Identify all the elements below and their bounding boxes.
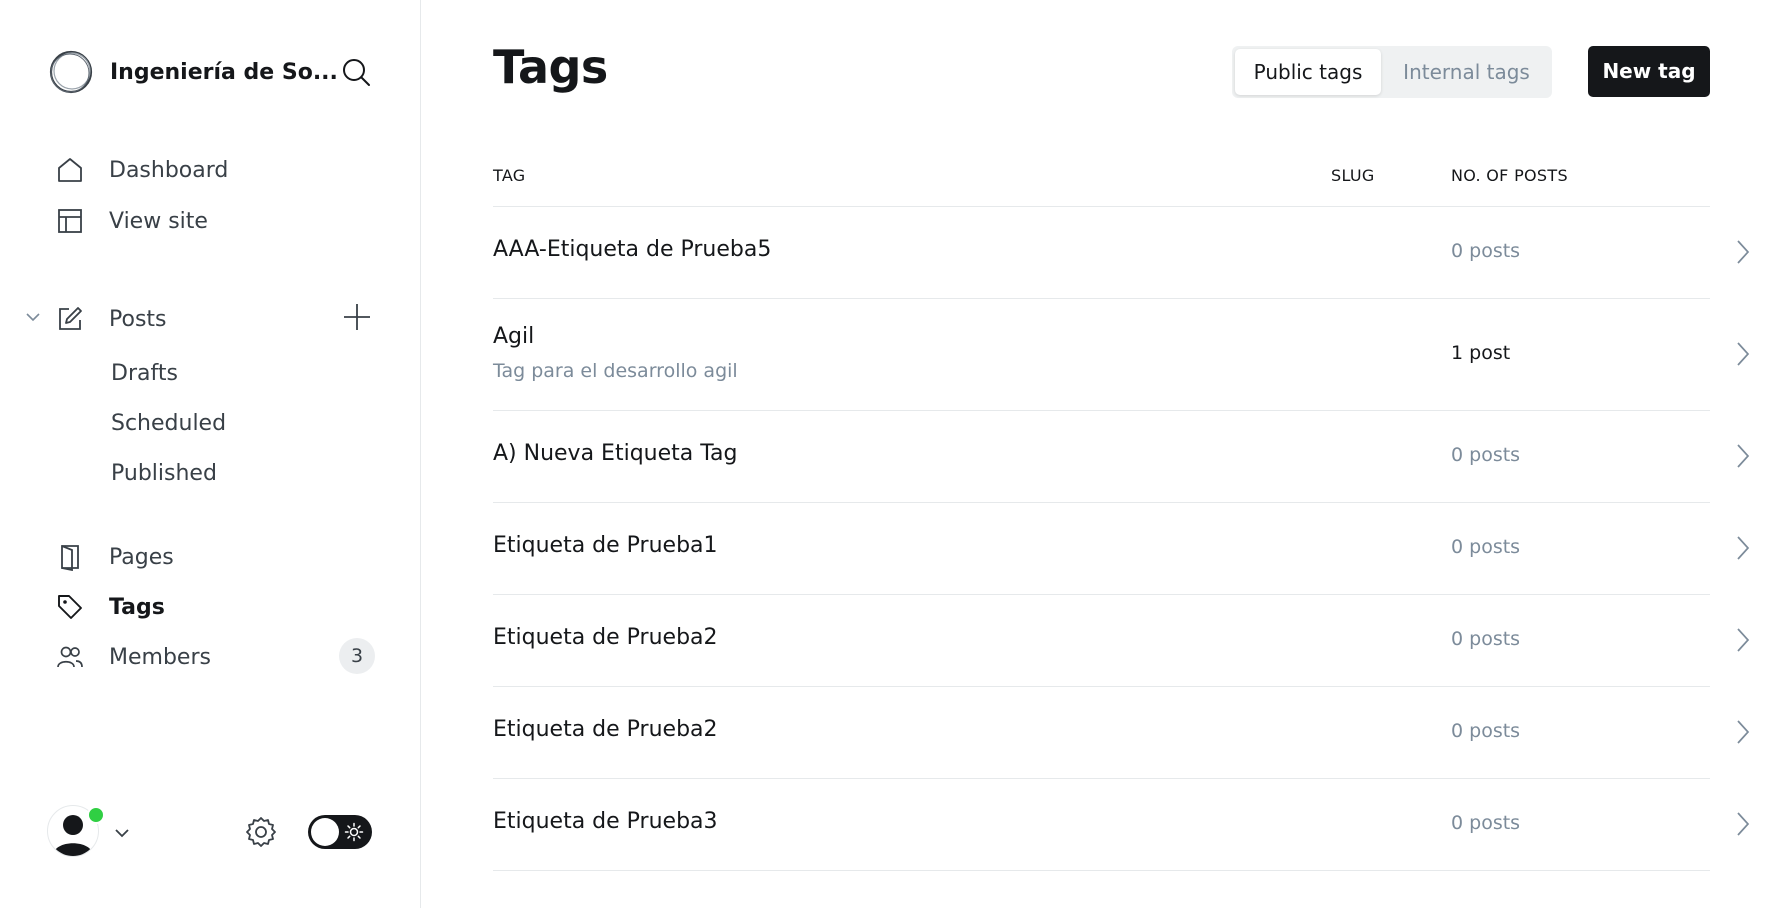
tag-name: A) Nueva Etiqueta Tag <box>493 441 738 466</box>
new-tag-button[interactable]: New tag <box>1588 46 1710 97</box>
tag-description: Tag para el desarrollo agil <box>493 360 738 382</box>
search-icon[interactable] <box>340 56 372 88</box>
post-count: 0 posts <box>1451 536 1521 558</box>
layout-icon <box>55 206 85 236</box>
nav-pages[interactable]: Pages <box>55 537 174 577</box>
table-row[interactable]: Etiqueta de Prueba3 0 posts <box>493 778 1750 871</box>
nav-posts-label: Posts <box>109 306 167 332</box>
nav-published[interactable]: Published <box>111 456 217 492</box>
members-icon <box>55 642 85 672</box>
tag-name: Agil <box>493 324 535 349</box>
nav-dashboard[interactable]: Dashboard <box>55 150 228 190</box>
table-row[interactable]: Etiqueta de Prueba2 0 posts <box>493 594 1750 687</box>
tag-icon <box>55 592 85 622</box>
chevron-right-icon <box>1737 536 1750 560</box>
chevron-right-icon <box>1737 240 1750 264</box>
chevron-right-icon <box>1737 628 1750 652</box>
post-count: 0 posts <box>1451 812 1521 834</box>
post-count: 1 post <box>1451 342 1511 364</box>
nav-drafts[interactable]: Drafts <box>111 356 178 392</box>
nav-view-site[interactable]: View site <box>55 201 208 241</box>
edit-icon <box>55 304 85 334</box>
column-tag: TAG <box>493 166 526 185</box>
chevron-right-icon <box>1737 342 1750 366</box>
table-row[interactable]: AAA-Etiqueta de Prueba5 0 posts <box>493 206 1750 299</box>
theme-toggle[interactable] <box>308 815 372 849</box>
table-row[interactable]: Agil Tag para el desarrollo agil 1 post <box>493 298 1750 411</box>
site-name: Ingeniería de So... <box>110 59 338 85</box>
tag-name: Etiqueta de Prueba3 <box>493 809 718 834</box>
table-row[interactable]: A) Nueva Etiqueta Tag 0 posts <box>493 410 1750 503</box>
nav-pages-label: Pages <box>109 544 174 570</box>
post-count: 0 posts <box>1451 720 1521 742</box>
nav-tags-label: Tags <box>109 594 165 620</box>
user-avatar[interactable] <box>47 805 105 857</box>
page-title: Tags <box>493 40 608 94</box>
home-icon <box>55 155 85 185</box>
chevron-right-icon <box>1737 812 1750 836</box>
chevron-right-icon <box>1737 444 1750 468</box>
table-row[interactable]: Etiqueta de Prueba1 0 posts <box>493 502 1750 595</box>
sidebar: Ingeniería de So... Dashboard View site … <box>0 0 421 908</box>
nav-posts[interactable]: Posts <box>55 299 167 339</box>
post-count: 0 posts <box>1451 444 1521 466</box>
tab-internal-tags[interactable]: Internal tags <box>1384 49 1549 95</box>
nav-members-label: Members <box>109 644 211 670</box>
tag-name: AAA-Etiqueta de Prueba5 <box>493 237 772 262</box>
tag-name: Etiqueta de Prueba2 <box>493 717 718 742</box>
nav-dashboard-label: Dashboard <box>109 157 229 183</box>
chevron-down-icon[interactable] <box>112 823 132 843</box>
table-header: TAG SLUG NO. OF POSTS <box>493 154 1710 207</box>
plus-icon[interactable] <box>342 302 372 332</box>
site-brand[interactable]: Ingeniería de So... <box>48 48 338 96</box>
column-posts: NO. OF POSTS <box>1451 166 1568 185</box>
sun-icon <box>344 822 364 842</box>
gear-icon[interactable] <box>244 815 278 849</box>
tag-type-switch: Public tags Internal tags <box>1232 46 1552 98</box>
main-content: Tags Public tags Internal tags New tag T… <box>421 0 1779 908</box>
chevron-right-icon <box>1737 720 1750 744</box>
online-status-dot <box>87 806 105 824</box>
nav-tags[interactable]: Tags <box>55 587 165 627</box>
pages-icon <box>55 542 85 572</box>
tag-name: Etiqueta de Prueba2 <box>493 625 718 650</box>
tag-name: Etiqueta de Prueba1 <box>493 533 718 558</box>
nav-view-site-label: View site <box>109 208 208 234</box>
post-count: 0 posts <box>1451 240 1521 262</box>
members-count-badge: 3 <box>339 638 375 674</box>
toggle-knob <box>311 818 339 846</box>
post-count: 0 posts <box>1451 628 1521 650</box>
chevron-down-icon[interactable] <box>22 306 44 328</box>
nav-scheduled[interactable]: Scheduled <box>111 406 226 442</box>
nav-members[interactable]: Members <box>55 637 211 677</box>
logo-icon <box>49 50 93 94</box>
table-row[interactable]: Etiqueta de Prueba2 0 posts <box>493 686 1750 779</box>
column-slug: SLUG <box>1331 166 1375 185</box>
tab-public-tags[interactable]: Public tags <box>1235 49 1381 95</box>
